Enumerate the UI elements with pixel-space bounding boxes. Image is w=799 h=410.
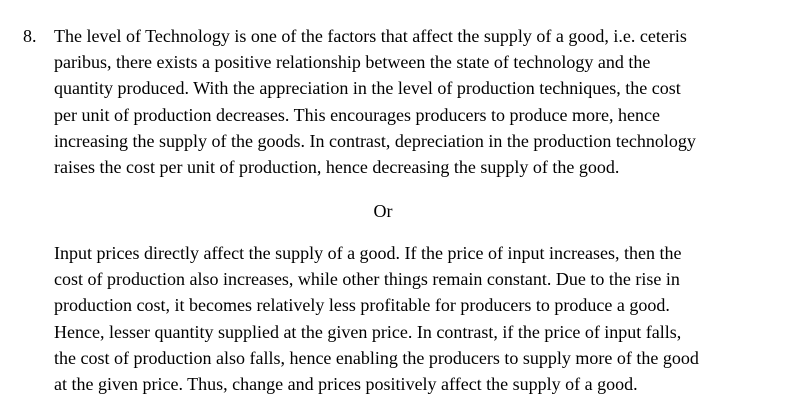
or-separator: Or bbox=[373, 201, 393, 221]
paragraph-line: at the given price. Thus, change and pri… bbox=[54, 374, 638, 395]
answer-item: 8. The level of Technology is one of the… bbox=[0, 23, 799, 180]
paragraph-line: increasing the supply of the goods. In c… bbox=[54, 130, 696, 151]
item-number: 8. bbox=[23, 26, 37, 46]
paragraph-line: The level of Technology is one of the fa… bbox=[54, 26, 687, 46]
paragraph-line: quantity produced. With the appreciation… bbox=[54, 78, 681, 99]
paragraph-technology: The level of Technology is one of the fa… bbox=[0, 23, 774, 180]
paragraph-line: paribus, there exists a positive relatio… bbox=[54, 52, 651, 73]
paragraph-line: production cost, it becomes relatively l… bbox=[54, 295, 670, 316]
paragraph-line: Hence, lesser quantity supplied at the g… bbox=[54, 321, 682, 342]
paragraph-line: per unit of production decreases. This e… bbox=[54, 104, 660, 125]
paragraph-line: Input prices directly affect the supply … bbox=[54, 243, 682, 263]
paragraph-line: the cost of production also falls, hence… bbox=[54, 347, 699, 368]
paragraph-line: cost of production also increases, while… bbox=[54, 269, 680, 290]
paragraph-input-prices: Input prices directly affect the supply … bbox=[0, 240, 774, 397]
document-page: 8. The level of Technology is one of the… bbox=[0, 0, 799, 410]
paragraph-line: raises the cost per unit of production, … bbox=[54, 157, 620, 178]
